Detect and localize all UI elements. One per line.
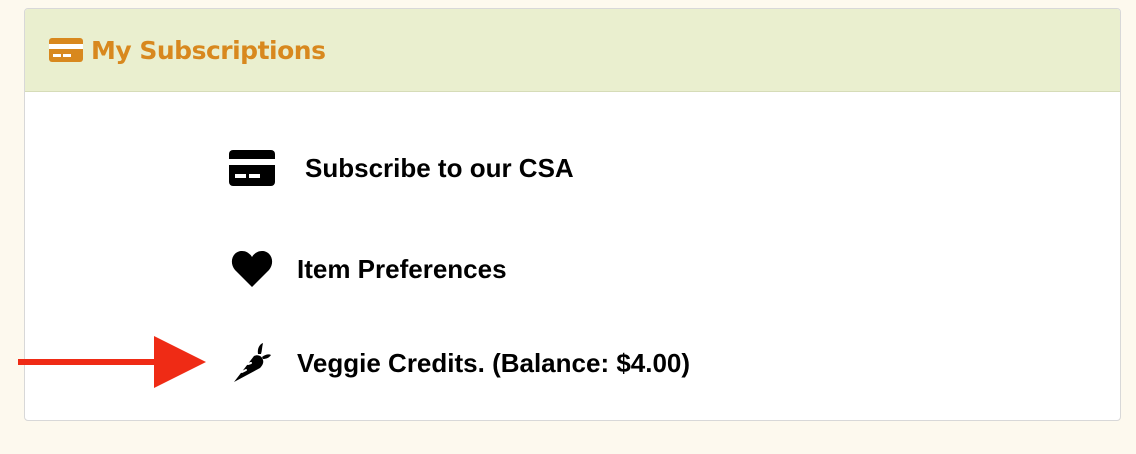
subscribe-csa-link[interactable]: Subscribe to our CSA <box>229 150 574 186</box>
item-preferences-link[interactable]: Item Preferences <box>231 250 507 288</box>
veggie-credits-label: Veggie Credits. (Balance: $4.00) <box>297 347 691 378</box>
carrot-icon <box>232 342 272 384</box>
heart-icon <box>231 250 273 288</box>
panel-header: My Subscriptions <box>25 9 1120 92</box>
item-preferences-label: Item Preferences <box>297 253 507 284</box>
subscribe-csa-label: Subscribe to our CSA <box>305 152 574 183</box>
credit-card-icon <box>229 150 275 186</box>
right-arrow-icon <box>18 336 206 388</box>
credit-card-icon <box>49 38 83 62</box>
veggie-credits-link[interactable]: Veggie Credits. (Balance: $4.00) <box>232 342 690 384</box>
panel-title: My Subscriptions <box>91 35 326 65</box>
